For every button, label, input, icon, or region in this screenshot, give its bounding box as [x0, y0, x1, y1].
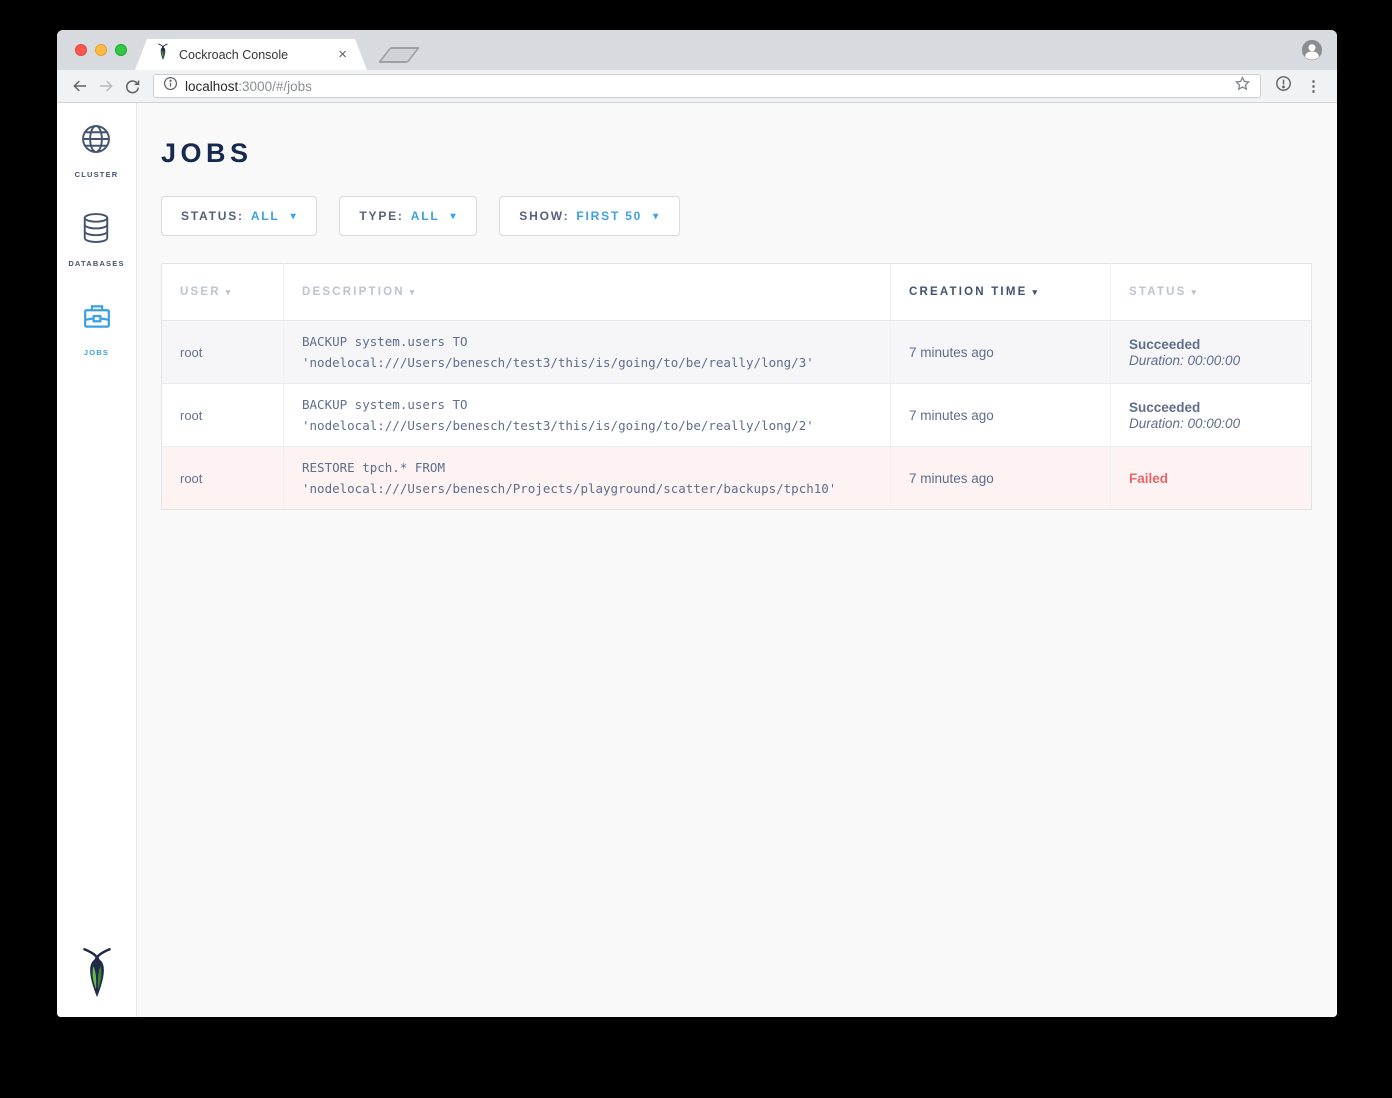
job-description: BACKUP system.users TO 'nodelocal:///Use… — [284, 384, 891, 447]
browser-tabstrip: Cockroach Console × — [57, 30, 1337, 70]
filter-label: TYPE: — [359, 209, 403, 223]
browser-toolbar: localhost:3000/#/jobs ⋮ — [57, 70, 1337, 103]
close-tab-icon[interactable]: × — [338, 47, 347, 62]
reload-button[interactable] — [119, 73, 145, 99]
job-description-line: BACKUP system.users TO — [302, 394, 872, 415]
chevron-down-icon: ▾ — [291, 211, 298, 222]
page-title: JOBS — [161, 138, 1312, 169]
job-user: root — [162, 384, 284, 447]
job-status: Succeeded Duration: 00:00:00 — [1111, 384, 1312, 447]
sidebar-item-label: JOBS — [84, 348, 109, 357]
sidebar-item-databases[interactable]: DATABASES — [68, 210, 124, 268]
browser-window: Cockroach Console × — [57, 30, 1337, 1017]
column-header-description[interactable]: DESCRIPTION▾ — [284, 264, 891, 321]
sidebar-item-label: DATABASES — [68, 259, 124, 268]
job-description-line: 'nodelocal:///Users/benesch/test3/this/i… — [302, 352, 872, 373]
job-duration: Duration: 00:00:00 — [1129, 416, 1293, 431]
traffic-lights — [75, 44, 127, 56]
browser-menu-icon[interactable]: ⋮ — [1306, 77, 1321, 95]
filter-value: ALL — [411, 209, 440, 223]
filter-label: STATUS: — [181, 209, 244, 223]
job-description-line: 'nodelocal:///Users/benesch/Projects/pla… — [302, 478, 872, 499]
job-status: Failed — [1111, 447, 1312, 510]
status-filter-dropdown[interactable]: STATUS: ALL ▾ — [161, 196, 317, 236]
job-description: RESTORE tpch.* FROM 'nodelocal:///Users/… — [284, 447, 891, 510]
job-creation-time: 7 minutes ago — [891, 384, 1111, 447]
globe-icon — [78, 121, 114, 162]
table-header-row: USER▾ DESCRIPTION▾ CREATION TIME▾ STATUS… — [162, 264, 1312, 321]
minimize-window-button[interactable] — [95, 44, 107, 56]
column-header-creation-time[interactable]: CREATION TIME▾ — [891, 264, 1111, 321]
close-window-button[interactable] — [75, 44, 87, 56]
sort-caret-icon: ▾ — [226, 287, 233, 297]
table-row[interactable]: root RESTORE tpch.* FROM 'nodelocal:///U… — [162, 447, 1312, 510]
sidebar-item-jobs[interactable]: JOBS — [79, 299, 115, 357]
url-text: localhost:3000/#/jobs — [185, 79, 312, 94]
status-badge: Succeeded — [1129, 337, 1293, 352]
type-filter-dropdown[interactable]: TYPE: ALL ▾ — [339, 196, 477, 236]
job-user: root — [162, 321, 284, 384]
back-button[interactable] — [67, 73, 93, 99]
chevron-down-icon: ▾ — [450, 211, 457, 222]
browser-tab[interactable]: Cockroach Console × — [135, 39, 367, 70]
jobs-table: USER▾ DESCRIPTION▾ CREATION TIME▾ STATUS… — [161, 263, 1312, 510]
zoom-window-button[interactable] — [115, 44, 127, 56]
chevron-down-icon: ▾ — [653, 211, 660, 222]
show-filter-dropdown[interactable]: SHOW: FIRST 50 ▾ — [499, 196, 680, 236]
sort-caret-icon: ▾ — [410, 287, 417, 297]
job-status: Succeeded Duration: 00:00:00 — [1111, 321, 1312, 384]
filter-value: ALL — [251, 209, 280, 223]
new-tab-button[interactable] — [378, 47, 421, 63]
url-path: :3000/#/jobs — [238, 79, 312, 94]
database-icon — [78, 210, 114, 251]
column-header-status[interactable]: STATUS▾ — [1111, 264, 1312, 321]
browser-profile-avatar[interactable] — [1301, 39, 1323, 61]
cockroachdb-logo-icon — [77, 946, 117, 1005]
tab-title: Cockroach Console — [179, 48, 330, 62]
job-user: root — [162, 447, 284, 510]
job-description-line: RESTORE tpch.* FROM — [302, 457, 872, 478]
filter-label: SHOW: — [519, 209, 569, 223]
job-description-line: 'nodelocal:///Users/benesch/test3/this/i… — [302, 415, 872, 436]
briefcase-icon — [79, 299, 115, 340]
column-header-user[interactable]: USER▾ — [162, 264, 284, 321]
page-info-icon[interactable] — [163, 76, 178, 96]
url-host: localhost — [185, 79, 238, 94]
sidebar-item-cluster[interactable]: CLUSTER — [75, 121, 119, 179]
job-duration: Duration: 00:00:00 — [1129, 353, 1293, 368]
job-creation-time: 7 minutes ago — [891, 447, 1111, 510]
job-creation-time: 7 minutes ago — [891, 321, 1111, 384]
table-row[interactable]: root BACKUP system.users TO 'nodelocal:/… — [162, 321, 1312, 384]
cockroach-favicon-icon — [155, 43, 171, 66]
sidebar: CLUSTER DATABASES — [57, 103, 137, 1017]
sort-caret-icon: ▾ — [1032, 287, 1039, 297]
jobs-filters: STATUS: ALL ▾ TYPE: ALL ▾ SHOW: FIRST 50… — [161, 196, 1312, 236]
jobs-page: JOBS STATUS: ALL ▾ TYPE: ALL ▾ SHOW: FIR… — [137, 103, 1337, 1017]
address-bar[interactable]: localhost:3000/#/jobs — [153, 74, 1261, 98]
job-description-line: BACKUP system.users TO — [302, 331, 872, 352]
forward-button[interactable] — [93, 73, 119, 99]
bookmark-star-icon[interactable] — [1234, 75, 1251, 97]
job-description: BACKUP system.users TO 'nodelocal:///Use… — [284, 321, 891, 384]
cockroach-console-app: CLUSTER DATABASES — [57, 103, 1337, 1017]
status-badge: Succeeded — [1129, 400, 1293, 415]
status-badge: Failed — [1129, 471, 1293, 486]
filter-value: FIRST 50 — [576, 209, 642, 223]
sort-caret-icon: ▾ — [1192, 287, 1199, 297]
extension-icon[interactable] — [1275, 75, 1292, 97]
sidebar-item-label: CLUSTER — [75, 170, 119, 179]
table-row[interactable]: root BACKUP system.users TO 'nodelocal:/… — [162, 384, 1312, 447]
